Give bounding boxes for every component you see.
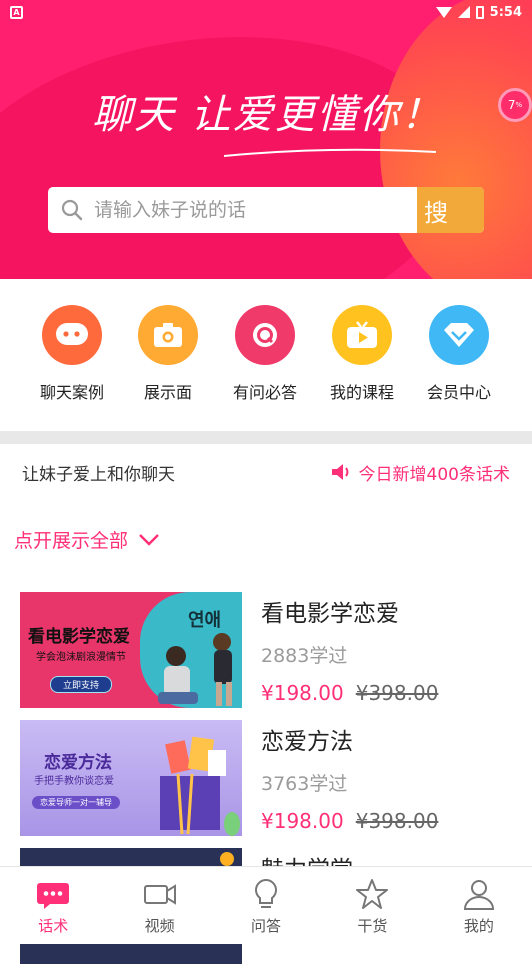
qa-icon: [235, 305, 295, 365]
search-button[interactable]: 搜: [417, 187, 484, 233]
course-title: 恋爱方法: [261, 729, 353, 755]
speaker-icon: [331, 464, 349, 480]
chat-bubble-icon: [37, 883, 70, 909]
course-title: 看电影学恋爱: [261, 601, 399, 627]
course-info: 看电影学恋爱 2883学过 ¥198.00 ¥398.00: [261, 592, 438, 708]
thumbnail-headline: 恋爱方法: [44, 753, 112, 773]
notification-icon: A: [10, 5, 23, 19]
thumbnail-dot: [220, 852, 234, 866]
nav-item-qa[interactable]: 有问必答: [215, 305, 315, 403]
section-divider: [0, 431, 532, 444]
camera-icon: [138, 305, 198, 365]
nav-label: 展示面: [143, 383, 192, 402]
course-price: ¥198.00: [261, 809, 344, 833]
course-original-price: ¥398.00: [355, 809, 439, 833]
tab-scripts[interactable]: 话术: [0, 867, 106, 944]
slogan-underline: [223, 148, 437, 157]
nav-item-showcase[interactable]: 展示面: [118, 305, 218, 403]
diamond-icon: [429, 305, 489, 365]
thumbnail-korean-text: 연애: [188, 610, 222, 631]
tab-articles[interactable]: 干货: [319, 867, 425, 944]
course-thumbnail: 恋爱方法 手把手教你谈恋爱 恋爱导师一对一辅导: [20, 720, 242, 836]
thumbnail-headline: 看电影学恋爱: [28, 627, 130, 647]
progress-badge-unit: %: [515, 101, 523, 109]
nav-label: 我的课程: [329, 383, 394, 402]
nav-item-my-courses[interactable]: 我的课程: [312, 305, 412, 403]
announcement[interactable]: 今日新增400条话术: [331, 460, 510, 485]
show-all-label: 点开展示全部: [14, 530, 129, 552]
course-thumbnail: 看电影学恋爱 学会泡沫剧浪漫情节 立即支持 연애: [20, 592, 242, 708]
course-info: 恋爱方法 3763学过 ¥198.00 ¥398.00: [261, 720, 438, 836]
progress-badge[interactable]: 7%: [498, 88, 532, 122]
wifi-icon: [435, 6, 452, 18]
video-camera-icon: [143, 884, 176, 905]
star-icon: [356, 879, 389, 909]
tab-label: 视频: [144, 917, 175, 935]
thumbnail-subtitle: 手把手教你谈恋爱: [34, 776, 114, 787]
lightbulb-icon: [255, 878, 277, 908]
status-time: 5:54: [489, 4, 522, 20]
hero-slogan: 聊天 让爱更懂你！: [92, 92, 443, 138]
thumbnail-subtitle: 学会泡沫剧浪漫情节: [36, 652, 126, 663]
battery-icon: [475, 5, 484, 19]
nav-item-chat-cases[interactable]: 聊天案例: [22, 305, 122, 403]
tab-label: 话术: [38, 917, 69, 935]
notice-slogan: 让妹子爱上和你聊天: [22, 464, 175, 485]
tab-label: 问答: [251, 917, 282, 935]
signal-icon: [457, 6, 470, 18]
chevron-down-icon: [139, 533, 159, 546]
status-bar: A 5:54: [0, 0, 532, 24]
course-price: ¥198.00: [261, 681, 344, 705]
course-learners: 3763学过: [261, 773, 348, 795]
nav-item-membership[interactable]: 会员中心: [409, 305, 509, 403]
notice-row: 让妹子爱上和你聊天 今日新增400条话术: [0, 444, 532, 500]
tab-videos[interactable]: 视频: [106, 867, 212, 944]
thumbnail-button: 恋爱导师一对一辅导: [32, 796, 120, 809]
tab-label: 干货: [357, 917, 388, 935]
progress-badge-value: 7: [507, 98, 516, 112]
course-card[interactable]: 恋爱方法 手把手教你谈恋爱 恋爱导师一对一辅导 恋爱方法 3763学过 ¥198…: [20, 720, 520, 836]
chat-bubble-icon: [42, 305, 102, 365]
search-icon: [61, 199, 83, 221]
books-illustration: [160, 736, 240, 836]
nav-label: 聊天案例: [39, 383, 104, 402]
hero-banner: A 5:54 聊天 让爱更懂你！ 7% 搜: [0, 0, 532, 279]
thumbnail-button: 立即支持: [50, 676, 113, 693]
nav-label: 有问必答: [232, 383, 297, 402]
tv-icon: [332, 305, 392, 365]
course-card[interactable]: 看电影学恋爱 学会泡沫剧浪漫情节 立即支持 연애 看电影学恋爱 2883学过 ¥…: [20, 592, 520, 708]
tab-label: 我的: [463, 917, 494, 935]
course-learners: 2883学过: [261, 645, 348, 667]
person-icon: [463, 880, 494, 910]
search-bar: 搜: [48, 187, 484, 233]
bottom-tab-bar: 话术 视频 问答 干货 我的: [0, 866, 532, 944]
quick-nav: 聊天案例 展示面 有问必答 我的课程 会员中心: [0, 279, 532, 431]
tab-profile[interactable]: 我的: [426, 867, 532, 944]
nav-label: 会员中心: [426, 383, 491, 402]
show-all-toggle[interactable]: 点开展示全部: [14, 526, 160, 553]
couple-illustration: [158, 633, 232, 706]
course-original-price: ¥398.00: [355, 681, 439, 705]
announcement-text: 今日新增400条话术: [358, 464, 510, 485]
tab-qa[interactable]: 问答: [213, 867, 319, 944]
search-input[interactable]: [84, 187, 417, 233]
